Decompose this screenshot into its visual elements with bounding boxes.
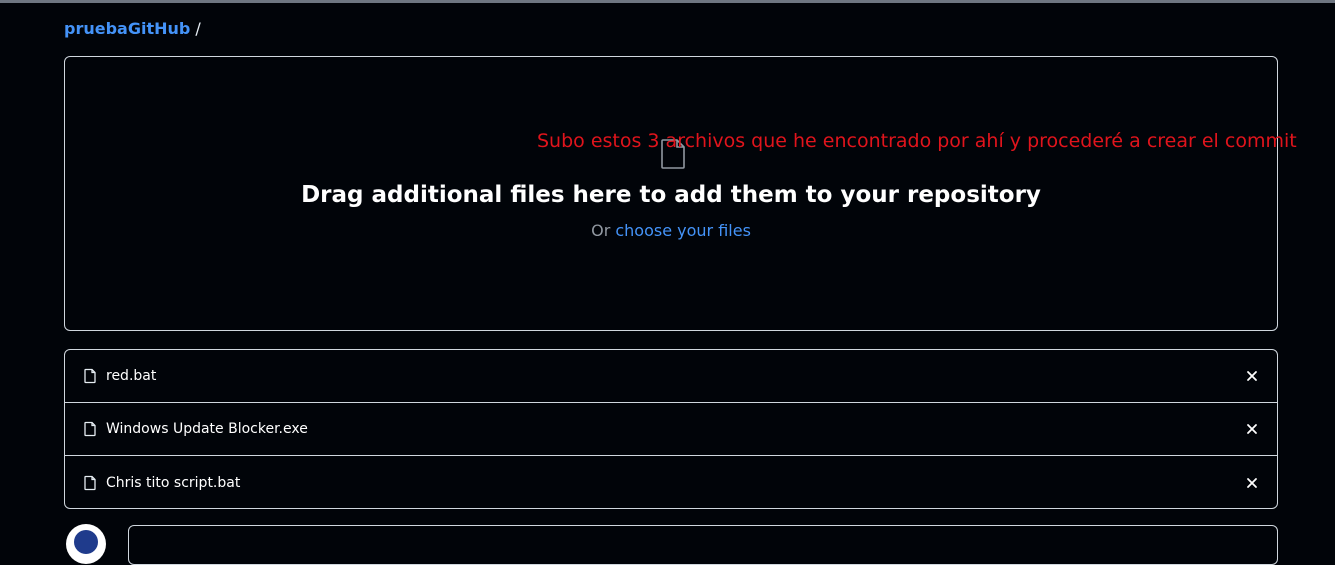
file-row: Chris tito script.bat — [65, 456, 1277, 508]
breadcrumb: pruebaGitHub / — [64, 19, 201, 39]
file-name: red.bat — [106, 368, 157, 384]
dropzone-title: Drag additional files here to add them t… — [301, 182, 1041, 208]
close-icon[interactable] — [1243, 474, 1261, 492]
avatar-image — [74, 530, 98, 554]
file-row: Windows Update Blocker.exe — [65, 403, 1277, 456]
file-name: Chris tito script.bat — [106, 474, 241, 491]
repo-link[interactable]: pruebaGitHub — [64, 19, 190, 39]
annotation-text: Subo estos 3 archivos que he encontrado … — [537, 130, 1297, 152]
file-icon — [82, 475, 98, 491]
file-icon — [82, 368, 98, 384]
or-label: Or — [591, 221, 611, 240]
close-icon[interactable] — [1243, 367, 1261, 385]
choose-files-link[interactable]: choose your files — [615, 221, 751, 240]
file-list: red.bat Windows Update Blocker.exe Chris… — [64, 349, 1278, 509]
file-name: Windows Update Blocker.exe — [106, 421, 308, 437]
file-row: red.bat — [65, 350, 1277, 403]
breadcrumb-separator: / — [195, 19, 201, 38]
file-dropzone[interactable]: Subo estos 3 archivos que he encontrado … — [64, 56, 1297, 331]
avatar — [66, 524, 106, 564]
commit-message-box[interactable] — [128, 525, 1278, 565]
close-icon[interactable] — [1243, 420, 1261, 438]
window-top-border — [0, 0, 1335, 3]
file-icon — [82, 421, 98, 437]
dropzone-subtitle: Or choose your files — [65, 221, 1277, 240]
